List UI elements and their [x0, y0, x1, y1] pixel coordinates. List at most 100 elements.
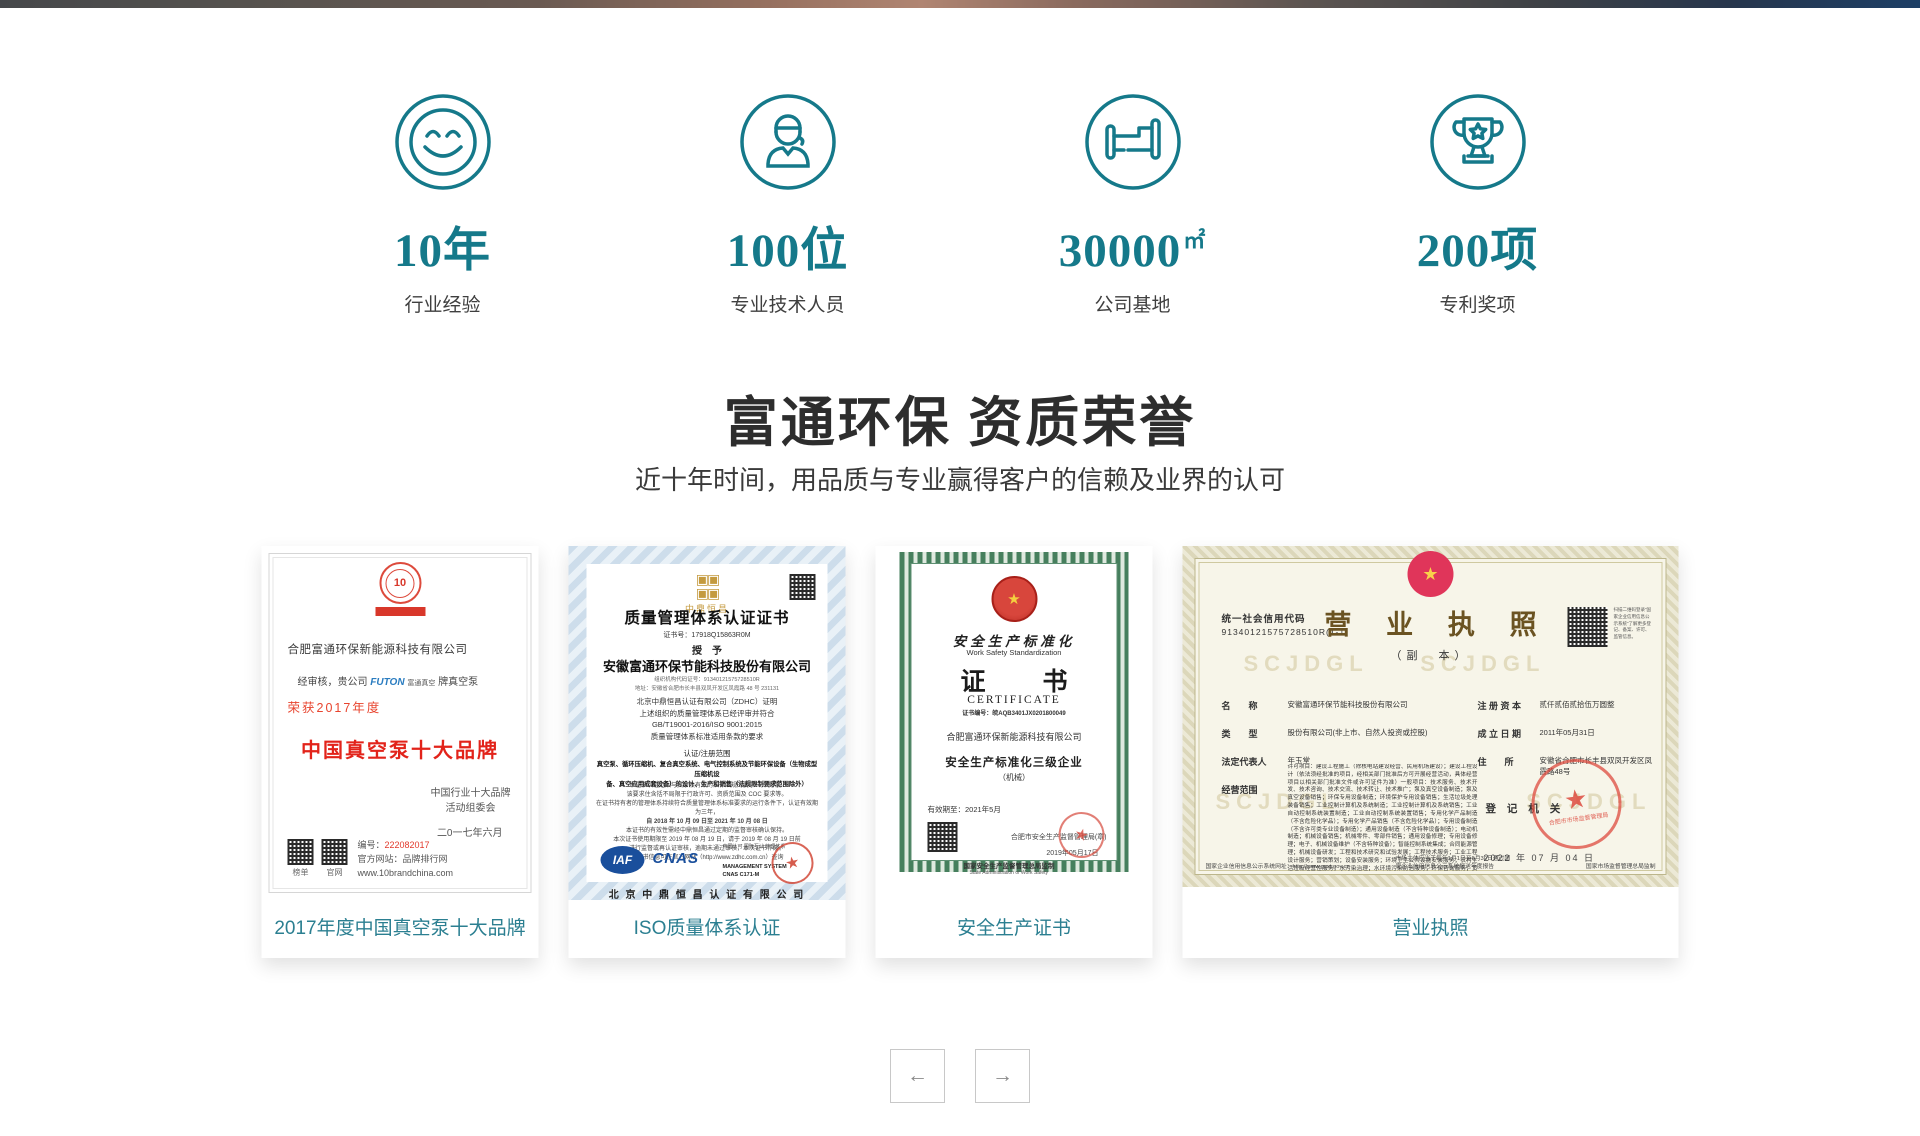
fine-print-line: 在证书持有者的管理体系持续符合质量管理体系标准要求的运行条件下，认证有效期为三年… — [595, 800, 820, 818]
cert-number: 证书编号：皖AQB3401JX0201800049 — [912, 708, 1117, 717]
fine-print-line: 本证书认证范围与其涉及有效的法律法规的要求一并使用。 — [595, 782, 820, 791]
award-title: 中国真空泵十大品牌 — [262, 734, 539, 763]
body-line: GB/T19001-2016/ISO 9001:2015 — [587, 719, 828, 731]
cert-title: 质量管理体系认证证书 — [587, 606, 828, 628]
field-value: 贰仟贰佰贰拾伍万圆整 — [1540, 700, 1656, 711]
field-value: 股份有限公司(非上市、自然人投资或控股) — [1288, 728, 1473, 739]
cert-number: 证书号：17918Q15863R0M — [587, 630, 828, 640]
audit-pre: 经审核，贵公司 — [298, 677, 368, 688]
footer-right: 国家市场监督管理总局监制 — [1586, 863, 1656, 871]
cert-grade: 安全生产标准化三级企业 — [912, 754, 1117, 770]
honors-section-page: 10年 行业经验 100位 专业技术人员 30000㎡ — [0, 0, 1920, 1136]
issuer-footer: 北 京 中 鼎 恒 昌 认 证 有 限 公 司 — [587, 886, 828, 900]
national-emblem-icon: ★ — [1408, 551, 1454, 601]
org-addr: 地址：安徽省合肥市长丰县双凤开发区凤霞路 48 号 231131 — [587, 685, 828, 694]
trophy-icon — [1428, 92, 1528, 192]
cnas-logo-icon: CNAS — [653, 850, 700, 867]
footer-left: 国家企业信用信息公示系统网址：http://www.gsxt.gov.cn — [1206, 863, 1350, 871]
body-line: 上述组织的质量管理体系已经评审并符合 — [587, 708, 828, 720]
cert-inner: ★ 安全生产标准化 Work Safety Standardization 证 … — [911, 563, 1118, 861]
stat-label: 专利奖项 — [1305, 290, 1650, 317]
qr-code-icon — [790, 574, 816, 600]
qr-codes: 榜单 官网 — [288, 839, 348, 878]
stat-label: 行业经验 — [270, 290, 615, 317]
certificate-card-business-license[interactable]: SCJDGL SCJDGL SCJDGL SCJDGL ★ 统一社会信用代码 9… — [1183, 546, 1679, 958]
field-label: 注 册 资 本 — [1478, 699, 1522, 712]
website-line: 官方网站：品牌排行网 — [358, 853, 454, 867]
org-info: 组织机构代码证号：91340121575728510R 地址：安徽省合肥市长丰县… — [587, 676, 828, 694]
green-ornamental-border: ★ 安全生产标准化 Work Safety Standardization 证 … — [900, 552, 1129, 872]
cert-company: 安徽富通环保节能科技股份有限公司 — [587, 656, 828, 675]
brand-logo: FUTON — [370, 677, 404, 688]
stat-value: 10年 — [270, 226, 615, 278]
stat-industry-experience: 10年 行业经验 — [270, 92, 615, 317]
qr-label: 榜单 — [288, 867, 314, 878]
qr-code-icon — [928, 822, 958, 852]
carousel-nav: ← → — [890, 1049, 1030, 1103]
field-value: 2011年05月31日 — [1540, 728, 1656, 739]
certificate-card-work-safety[interactable]: ★ 安全生产标准化 Work Safety Standardization 证 … — [876, 546, 1153, 958]
field-label: 类 型 — [1222, 727, 1258, 740]
certificate-caption: 2017年度中国真空泵十大品牌 — [262, 900, 539, 958]
next-arrow-button[interactable]: → — [975, 1049, 1030, 1103]
grant-word: 授 予 — [587, 642, 828, 657]
body-line: 北京中鼎恒昌认证有限公司（ZDHC）证明 — [587, 696, 828, 708]
footer-cn: 国家安全生产监督管理总局监制 — [964, 860, 1055, 870]
smiley-face-icon — [393, 92, 493, 192]
license-border: SCJDGL SCJDGL SCJDGL SCJDGL ★ 统一社会信用代码 9… — [1183, 546, 1679, 887]
issuer-line: 中国行业十大品牌 — [431, 786, 511, 801]
certificate-card-top-ten-brand[interactable]: 10 合肥富通环保新能源科技有限公司 经审核，贵公司 FUTON 富通真空 牌真… — [262, 546, 539, 958]
factory-base-icon — [1083, 92, 1183, 192]
footer-mid-line: 市场主体应当于每年1月1日至6月30日通过国 — [1396, 855, 1526, 863]
iaf-logo-icon: IAF — [601, 846, 645, 874]
issuer-block: 中国行业十大品牌 活动组委会 — [431, 786, 511, 816]
national-emblem-icon: ★ — [991, 576, 1037, 622]
technician-icon — [738, 92, 838, 192]
stat-value: 30000㎡ — [960, 226, 1305, 278]
certificate-card-iso[interactable]: ▣▣▣▣ 中鼎恒昌 质量管理体系认证证书 证书号：17918Q15863R0M … — [569, 546, 846, 958]
footer-en: State Administration of Work Safety — [970, 870, 1049, 876]
cert-category: （机械） — [912, 772, 1117, 783]
cert-company: 合肥富通环保新能源科技有限公司 — [288, 641, 468, 657]
audit-post: 牌真空泵 — [438, 677, 478, 688]
issuer-line: 活动组委会 — [431, 801, 511, 816]
website-url: www.10brandchina.com — [358, 867, 454, 881]
stat-label: 公司基地 — [960, 290, 1305, 317]
cert-title-en: Work Safety Standardization — [912, 648, 1117, 657]
qr-website: 官网 — [322, 839, 348, 878]
certificate-image-iso: ▣▣▣▣ 中鼎恒昌 质量管理体系认证证书 证书号：17918Q15863R0M … — [569, 546, 846, 900]
stat-value: 200项 — [1305, 226, 1650, 278]
validity: 有效期至：2021年5月 — [928, 804, 1001, 815]
page-title: 富通环保 资质荣誉 — [0, 378, 1920, 457]
stat-value: 100位 — [615, 226, 960, 278]
cert-inner: ▣▣▣▣ 中鼎恒昌 质量管理体系认证证书 证书号：17918Q15863R0M … — [587, 564, 828, 882]
certificate-caption: 营业执照 — [1183, 900, 1679, 958]
fine-print-line: 自 2018 年 10 月 09 日至 2021 年 10 月 08 日 — [595, 818, 820, 827]
fine-print-line: 本证书的有效性需经中鼎恒昌通过定期的监督审核确认保持。 — [595, 827, 820, 836]
field-label: 住 所 — [1478, 755, 1514, 768]
scope-title: 认证/注册范围 — [587, 748, 828, 759]
stats-row: 10年 行业经验 100位 专业技术人员 30000㎡ — [270, 92, 1650, 317]
stat-label: 专业技术人员 — [615, 290, 960, 317]
certificate-image-top-ten-brand: 10 合肥富通环保新能源科技有限公司 经审核，贵公司 FUTON 富通真空 牌真… — [262, 546, 539, 900]
qr-note: 扫描二维码登录“国家企业信用信息公示系统”了解更多登记、备案、许可、监管信息。 — [1614, 607, 1654, 641]
serial-line: 编号：222082017 — [358, 839, 454, 853]
certificate-image-work-safety: ★ 安全生产标准化 Work Safety Standardization 证 … — [876, 546, 1153, 900]
brand-sub: 富通真空 — [407, 680, 435, 687]
stat-company-base: 30000㎡ 公司基地 — [960, 92, 1305, 317]
previous-section-edge — [0, 0, 1920, 8]
cert-company: 合肥富通环保新能源科技有限公司 — [912, 730, 1117, 743]
page-subtitle: 近十年时间，用品质与专业赢得客户的信赖及业界的认可 — [0, 460, 1920, 497]
qr-label: 官网 — [322, 867, 348, 878]
field-label: 法定代表人 — [1222, 755, 1267, 768]
prev-arrow-button[interactable]: ← — [890, 1049, 945, 1103]
scope-line: 真空泵、循环压缩机、复合真空系统、电气控制系统及节能环保设备（生物成型压缩机设 — [597, 760, 818, 780]
qr-code-icon — [288, 839, 314, 865]
serial-block: 编号：222082017 官方网站：品牌排行网 www.10brandchina… — [358, 839, 454, 881]
cert-inner: SCJDGL SCJDGL SCJDGL SCJDGL ★ 统一社会信用代码 9… — [1195, 558, 1667, 875]
body-line: 质量管理体系标准适用条款的要求 — [587, 731, 828, 743]
accreditation-logos: IAF CNAS 中国认可 国际互认 管理体系 MANAGEMENT SYSTE… — [601, 842, 818, 882]
stat-technical-staff: 100位 专业技术人员 — [615, 92, 960, 317]
issue-date: 二0一七年六月 — [437, 824, 503, 839]
qr-code-icon — [1568, 607, 1608, 647]
